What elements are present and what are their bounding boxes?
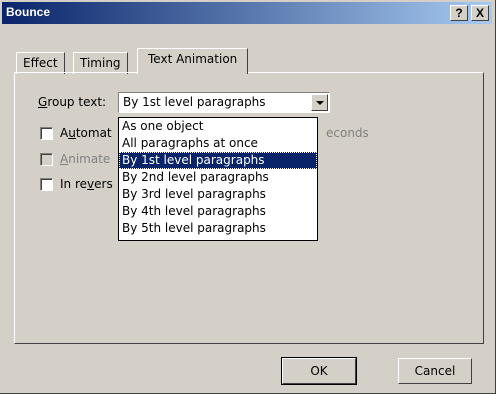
automatically-checkbox[interactable] <box>40 127 53 140</box>
seconds-label: econds <box>326 126 369 140</box>
option-2nd-level[interactable]: By 2nd level paragraphs <box>119 169 317 186</box>
group-text-value: By 1st level paragraphs <box>123 95 266 109</box>
automatically-label: Automat <box>60 126 112 140</box>
animate-checkbox[interactable] <box>40 153 53 166</box>
tab-text-animation[interactable]: Text Animation <box>137 48 249 74</box>
option-as-one-object[interactable]: As one object <box>119 118 317 135</box>
reverse-checkbox[interactable] <box>40 178 53 191</box>
cancel-button[interactable]: Cancel <box>398 358 472 384</box>
bounce-dialog: Bounce ? X Effect Timing Text Animation … <box>0 0 496 394</box>
tab-timing[interactable]: Timing <box>73 52 128 74</box>
tab-effect[interactable]: Effect <box>16 52 65 74</box>
dropdown-button[interactable] <box>311 94 328 111</box>
window-title: Bounce <box>6 5 51 19</box>
title-bar: Bounce ? X <box>2 2 492 24</box>
reverse-label: In revers <box>60 177 113 191</box>
close-button[interactable]: X <box>471 5 489 21</box>
group-text-label: Group text: <box>38 95 107 109</box>
help-button[interactable]: ? <box>450 5 468 21</box>
option-4th-level[interactable]: By 4th level paragraphs <box>119 203 317 220</box>
ok-button[interactable]: OK <box>281 357 357 385</box>
option-1st-level[interactable]: By 1st level paragraphs <box>119 152 317 169</box>
option-all-paragraphs[interactable]: All paragraphs at once <box>119 135 317 152</box>
group-text-dropdown-list: As one object All paragraphs at once By … <box>118 117 318 241</box>
option-5th-level[interactable]: By 5th level paragraphs <box>119 220 317 237</box>
chevron-down-icon <box>316 101 324 105</box>
animate-label: Animate <box>60 152 111 166</box>
group-text-select[interactable]: By 1st level paragraphs <box>118 92 330 113</box>
option-3rd-level[interactable]: By 3rd level paragraphs <box>119 186 317 203</box>
